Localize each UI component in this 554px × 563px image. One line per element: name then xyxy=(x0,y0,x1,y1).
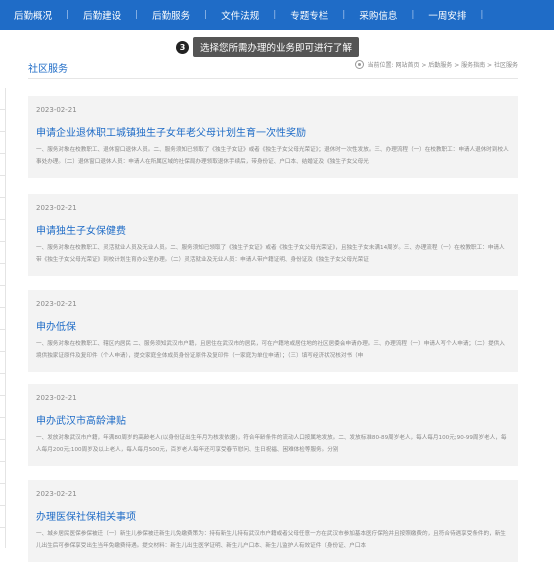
nav-item-weekly-schedule[interactable]: 一周安排 xyxy=(414,8,480,22)
nav-item-topics[interactable]: 专题专栏 xyxy=(276,8,342,22)
article-summary: 一、发放对象武汉市户籍，年满80周岁的高龄老人(以身份证出生年月为核发依据)，符… xyxy=(36,435,507,453)
article-card[interactable]: 2023-02-21 办理医保社保相关事项 一、城乡居民医保参保被迁（一）新生儿… xyxy=(28,480,518,562)
tooltip-text: 选择您所需办理的业务即可进行了解 xyxy=(193,37,360,57)
article-card[interactable]: 2023-02-21 申请企业退休职工城镇独生子女年老父母计划生育一次性奖励 一… xyxy=(28,96,518,178)
nav-item-overview[interactable]: 后勤概况 xyxy=(0,8,66,22)
article-summary: 一、服务对象在校教职工、退休窗口退休人员。二、服务须知已领取了《独生子女证》或者… xyxy=(36,147,509,165)
section-title: 社区服务 xyxy=(28,64,68,75)
sidebar-edge xyxy=(0,88,6,548)
article-date: 2023-02-21 xyxy=(36,490,77,498)
article-summary: 一、服务对象在校教职工、辖区内居民 二、服务须知武汉市户籍，且居住在武汉市的居民… xyxy=(36,341,505,359)
breadcrumb-text: 当前位置: 网站首页 > 后勤服务 > 服务指南 > 社区服务 xyxy=(367,62,518,69)
step-badge: 3 xyxy=(176,40,189,54)
divider xyxy=(28,78,518,79)
article-title-link[interactable]: 办理医保社保相关事项 xyxy=(36,508,510,523)
top-navigation: 后勤概况 | 后勤建设 | 后勤服务 | 文件法规 | 专题专栏 | 采购信息 … xyxy=(0,0,554,30)
article-summary: 一、服务对象在校教职工、灵活就业人员及无业人员。二、服务须知已领取了《独生子女证… xyxy=(36,245,505,263)
article-card[interactable]: 2023-02-21 申请独生子女保健费 一、服务对象在校教职工、灵活就业人员及… xyxy=(28,194,518,276)
article-title-link[interactable]: 申办低保 xyxy=(36,318,510,333)
nav-item-services[interactable]: 后勤服务 xyxy=(138,8,204,22)
guide-tooltip: 3 选择您所需办理的业务即可进行了解 xyxy=(176,37,360,57)
location-pin-icon xyxy=(354,60,364,69)
article-date: 2023-02-21 xyxy=(36,106,77,114)
article-date: 2023-02-21 xyxy=(36,300,77,308)
article-date: 2023-02-21 xyxy=(36,204,77,212)
article-card[interactable]: 2023-02-21 申办武汉市高龄津贴 一、发放对象武汉市户籍，年满80周岁的… xyxy=(28,384,518,466)
article-summary: 一、城乡居民医保参保被迁（一）新生儿参保被迁新生儿免缴费策为：持有新生儿持有武汉… xyxy=(36,531,506,549)
nav-separator: | xyxy=(480,10,484,20)
breadcrumb: 当前位置: 网站首页 > 后勤服务 > 服务指南 > 社区服务 xyxy=(354,60,518,69)
article-title-link[interactable]: 申办武汉市高龄津贴 xyxy=(36,412,510,427)
nav-item-construction[interactable]: 后勤建设 xyxy=(69,8,135,22)
nav-item-regulations[interactable]: 文件法规 xyxy=(207,8,273,22)
article-date: 2023-02-21 xyxy=(36,394,77,402)
article-title-link[interactable]: 申请独生子女保健费 xyxy=(36,222,510,237)
article-card[interactable]: 2023-02-21 申办低保 一、服务对象在校教职工、辖区内居民 二、服务须知… xyxy=(28,290,518,372)
nav-item-procurement[interactable]: 采购信息 xyxy=(345,8,411,22)
article-title-link[interactable]: 申请企业退休职工城镇独生子女年老父母计划生育一次性奖励 xyxy=(36,124,510,139)
